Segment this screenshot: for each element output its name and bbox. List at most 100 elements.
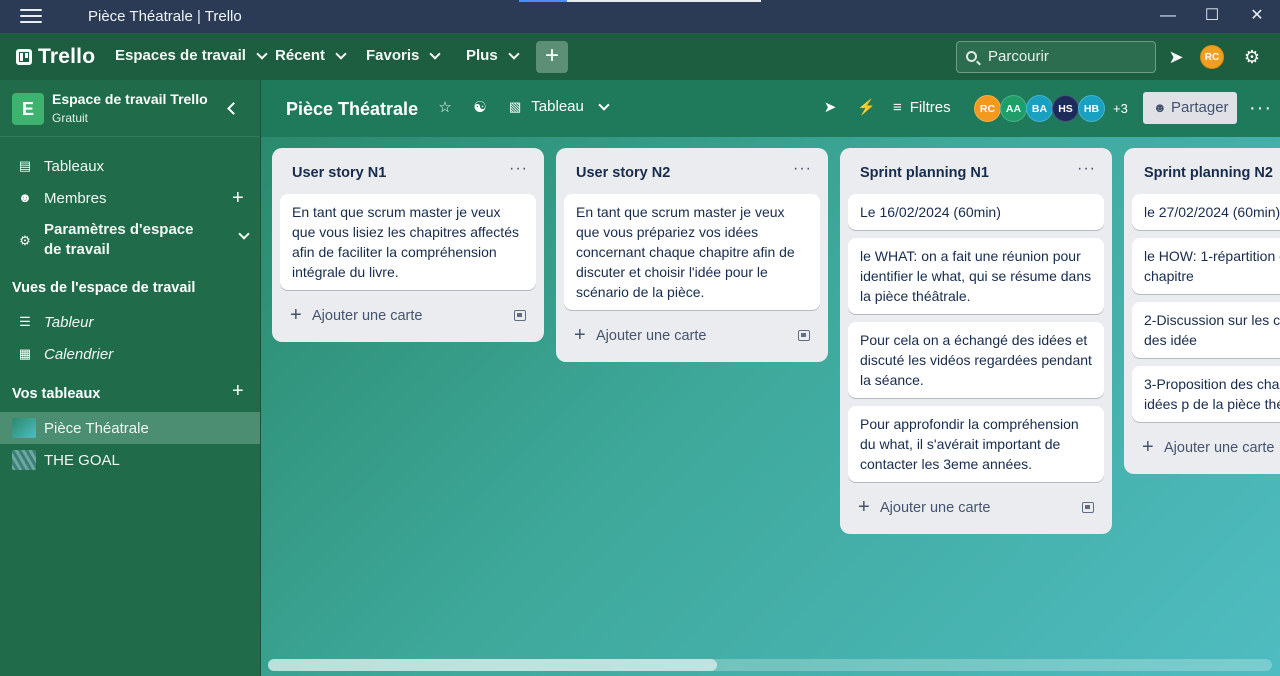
card[interactable]: Le 16/02/2024 (60min) xyxy=(848,194,1104,230)
board-menu-icon[interactable]: ··· xyxy=(1249,97,1272,120)
add-card-button[interactable]: + Ajouter une carte xyxy=(564,318,820,354)
list-title[interactable]: Sprint planning N2 xyxy=(1144,165,1273,181)
view-switcher[interactable]: ▧ Tableau xyxy=(509,98,610,115)
list-header: Sprint planning N1 ··· xyxy=(848,148,1104,194)
close-window-button[interactable]: ✕ xyxy=(1247,6,1267,26)
card[interactable]: Pour cela on a échangé des idées et disc… xyxy=(848,322,1104,398)
person-icon: ☻ xyxy=(18,190,32,205)
nav-more[interactable]: Plus xyxy=(466,47,520,64)
view-label: Tableau xyxy=(531,98,584,115)
workspace-header: E Espace de travail Trello Gratuit xyxy=(0,80,260,137)
plus-icon: + xyxy=(1142,436,1154,458)
collapse-sidebar-icon[interactable] xyxy=(224,100,240,116)
plus-icon: + xyxy=(574,324,586,346)
member-avatar[interactable]: RC xyxy=(974,95,1001,122)
sidebar-item-label: Pièce Théatrale xyxy=(44,419,149,437)
search-placeholder: Parcourir xyxy=(988,48,1049,65)
sidebar-item-boards[interactable]: ▤ Tableaux xyxy=(0,150,260,182)
board-header: Pièce Théatrale ☆ ☯ ▧ Tableau ➤ ⚡ ≡ Filt… xyxy=(261,80,1280,137)
person-add-icon: ☻ xyxy=(1153,100,1167,115)
trello-logo-text: Trello xyxy=(38,45,96,68)
user-avatar[interactable]: RC xyxy=(1200,45,1224,69)
minimize-button[interactable]: — xyxy=(1158,6,1178,26)
list-title[interactable]: Sprint planning N1 xyxy=(860,165,989,181)
card[interactable]: En tant que scrum master je veux que vou… xyxy=(280,194,536,290)
list-header: User story N2 ··· xyxy=(564,148,820,194)
card[interactable]: En tant que scrum master je veux que vou… xyxy=(564,194,820,310)
nav-recent-label: Récent xyxy=(275,47,326,64)
list-header: User story N1 ··· xyxy=(280,148,536,194)
more-members-count[interactable]: +3 xyxy=(1113,101,1128,116)
board-view-icon: ▧ xyxy=(509,98,522,114)
nav-favorites[interactable]: Favoris xyxy=(366,47,442,64)
sidebar-item-label: Tableur xyxy=(44,313,94,331)
sidebar-board-the-goal[interactable]: THE GOAL xyxy=(0,444,260,476)
add-card-button[interactable]: + Ajouter une carte xyxy=(280,298,536,334)
sidebar-item-settings[interactable]: ⚙ Paramètres d'espace de travail xyxy=(0,220,260,264)
add-card-button[interactable]: + Ajouter une carte xyxy=(848,490,1104,526)
member-avatar[interactable]: BA xyxy=(1026,95,1053,122)
card[interactable]: 2-Discussion sur les ch identification d… xyxy=(1132,302,1280,358)
list-menu-icon[interactable]: ··· xyxy=(509,160,528,178)
card[interactable]: le 27/02/2024 (60min) xyxy=(1132,194,1280,230)
add-board-icon[interactable]: + xyxy=(232,380,244,403)
member-avatar[interactable]: HS xyxy=(1052,95,1079,122)
member-avatar[interactable]: AA xyxy=(1000,95,1027,122)
workspace-plan: Gratuit xyxy=(52,111,89,125)
nav-favorites-label: Favoris xyxy=(366,47,420,64)
board-icon: ▤ xyxy=(18,158,32,173)
workspace-name[interactable]: Espace de travail Trello xyxy=(52,91,208,107)
list-menu-icon[interactable]: ··· xyxy=(793,160,812,178)
calendar-icon: ▦ xyxy=(18,346,32,361)
nav-workspaces[interactable]: Espaces de travail xyxy=(115,47,268,64)
star-icon[interactable]: ☆ xyxy=(436,99,454,117)
card[interactable]: Pour approfondir la compréhension du wha… xyxy=(848,406,1104,482)
workspace-badge[interactable]: E xyxy=(12,93,44,125)
card[interactable]: le HOW: 1-répartition entre nous (5 chap… xyxy=(1132,238,1280,294)
chevron-down-icon xyxy=(238,228,250,240)
template-icon[interactable] xyxy=(798,330,810,341)
automation-icon[interactable]: ⚡ xyxy=(857,99,876,117)
power-ups-icon[interactable]: ➤ xyxy=(821,99,839,117)
list-sprint-planning-n2: Sprint planning N2 ··· le 27/02/2024 (60… xyxy=(1124,148,1280,474)
scrollbar-thumb[interactable] xyxy=(268,659,717,671)
list-sprint-planning-n1: Sprint planning N1 ··· Le 16/02/2024 (60… xyxy=(840,148,1112,534)
search-icon xyxy=(966,51,977,62)
trello-logo[interactable]: Trello xyxy=(16,45,96,68)
visibility-icon[interactable]: ☯ xyxy=(471,99,489,117)
add-card-label: Ajouter une carte xyxy=(1164,440,1275,456)
create-button[interactable]: + xyxy=(536,41,568,73)
add-member-icon[interactable]: + xyxy=(232,187,244,210)
menu-icon[interactable] xyxy=(20,9,42,25)
nav-more-label: Plus xyxy=(466,47,498,64)
card[interactable]: le WHAT: on a fait une réunion pour iden… xyxy=(848,238,1104,314)
trello-logo-icon xyxy=(16,49,32,65)
sidebar-item-calendar[interactable]: ▦ Calendrier xyxy=(0,338,260,370)
horizontal-scrollbar[interactable] xyxy=(268,659,1272,671)
board-title[interactable]: Pièce Théatrale xyxy=(286,99,418,120)
list-title[interactable]: User story N1 xyxy=(292,165,386,181)
sidebar-item-label: Membres xyxy=(44,189,107,207)
window-title: Pièce Théatrale | Trello xyxy=(88,8,242,25)
member-avatar[interactable]: HB xyxy=(1078,95,1105,122)
chevron-down-icon xyxy=(256,47,268,60)
filters-button[interactable]: ≡ Filtres xyxy=(893,99,951,116)
nav-workspaces-label: Espaces de travail xyxy=(115,47,246,64)
sidebar-board-piece-theatrale[interactable]: Pièce Théatrale xyxy=(0,412,260,444)
gear-icon[interactable]: ⚙ xyxy=(1241,46,1263,68)
rocket-icon[interactable]: ➤ xyxy=(1165,46,1187,68)
sidebar-item-label: Tableaux xyxy=(44,157,105,175)
share-button[interactable]: ☻ Partager xyxy=(1143,92,1237,124)
sidebar-item-table[interactable]: ☰ Tableur xyxy=(0,306,260,338)
nav-recent[interactable]: Récent xyxy=(275,47,347,64)
add-card-button[interactable]: + Ajouter une carte xyxy=(1132,430,1280,466)
list-title[interactable]: User story N2 xyxy=(576,165,670,181)
template-icon[interactable] xyxy=(1082,502,1094,513)
card[interactable]: 3-Proposition des cha contenant des idée… xyxy=(1132,366,1280,422)
add-card-label: Ajouter une carte xyxy=(880,500,991,516)
template-icon[interactable] xyxy=(514,310,526,321)
sidebar-item-members[interactable]: ☻ Membres + xyxy=(0,182,260,214)
maximize-button[interactable]: ☐ xyxy=(1202,6,1222,26)
search-input[interactable]: Parcourir xyxy=(956,41,1156,73)
list-menu-icon[interactable]: ··· xyxy=(1077,160,1096,178)
